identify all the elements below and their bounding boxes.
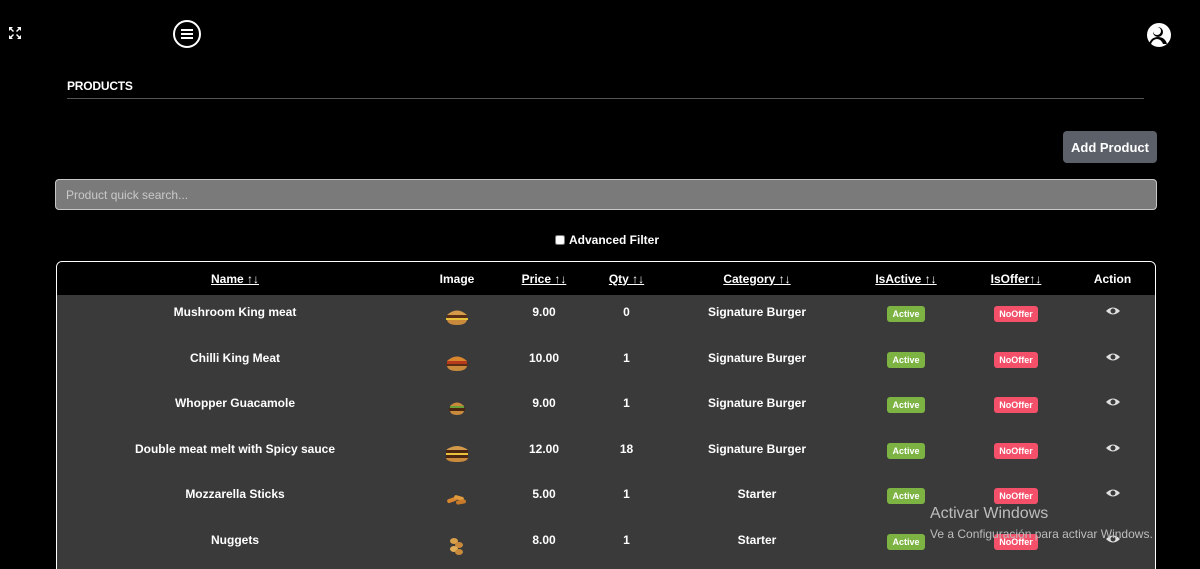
header-action: Action <box>1093 271 1132 286</box>
advanced-filter-checkbox[interactable] <box>555 235 565 245</box>
cell-image <box>413 477 501 523</box>
cell-name: Nuggets <box>211 532 259 547</box>
cell-qty: 1 <box>623 487 630 502</box>
cell-image <box>413 341 501 387</box>
cell-action <box>1068 477 1155 523</box>
cell-price: 10.00 <box>528 350 560 365</box>
cell-name: Mozzarella Sticks <box>185 487 285 502</box>
cell-status: Active <box>848 432 964 478</box>
eye-icon[interactable] <box>1105 306 1121 316</box>
cell-price: 5.00 <box>532 487 556 502</box>
cell-action <box>1068 432 1155 478</box>
eye-icon[interactable] <box>1105 397 1121 407</box>
offer-badge: NoOffer <box>994 533 1038 550</box>
cell-offer: NoOffer <box>964 341 1068 387</box>
cell-status: Active <box>848 341 964 387</box>
header-price[interactable]: Price ↑↓ <box>501 262 587 295</box>
cell-action <box>1068 386 1155 432</box>
cell-image <box>413 432 501 478</box>
header-qty[interactable]: Qty ↑↓ <box>587 262 666 295</box>
header-name[interactable]: Name ↑↓ <box>57 262 413 295</box>
cell-qty: 18 <box>619 441 634 456</box>
cell-price: 12.00 <box>528 441 560 456</box>
table-row: Double meat melt with Spicy sauce 12.00 … <box>57 432 1155 478</box>
nuggets-icon <box>450 537 463 555</box>
offer-badge: NoOffer <box>994 488 1038 505</box>
hamburger-menu-button[interactable] <box>173 20 201 48</box>
cell-image <box>413 295 501 341</box>
page-title: PRODUCTS <box>67 79 133 93</box>
cell-category: Starter <box>737 487 777 502</box>
status-badge: Active <box>887 488 925 505</box>
cell-status: Active <box>848 295 964 341</box>
cell-offer: NoOffer <box>964 295 1068 341</box>
cell-qty: 1 <box>623 532 630 547</box>
cell-status: Active <box>848 477 964 523</box>
expand-icon[interactable] <box>8 26 22 40</box>
product-search-input[interactable] <box>55 179 1157 210</box>
cell-category: Signature Burger <box>707 350 806 365</box>
offer-badge: NoOffer <box>994 351 1038 368</box>
hamburger-menu-icon <box>181 29 193 39</box>
status-badge: Active <box>887 306 925 322</box>
burger-icon <box>446 356 468 371</box>
cell-status: Active <box>848 523 964 569</box>
status-badge: Active <box>887 533 925 550</box>
eye-icon[interactable] <box>1105 534 1121 544</box>
header-is-active[interactable]: IsActive ↑↓ <box>848 262 964 295</box>
cell-price: 9.00 <box>532 305 556 319</box>
header-is-offer[interactable]: IsOffer↑↓ <box>964 262 1068 295</box>
table-header-row: Name ↑↓ Image Price ↑↓ Qty ↑↓ Category ↑… <box>57 262 1155 295</box>
cell-status: Active <box>848 386 964 432</box>
cell-action <box>1068 341 1155 387</box>
cell-action <box>1068 523 1155 569</box>
burger-icon <box>446 310 468 325</box>
cell-price: 9.00 <box>532 396 556 411</box>
table-row: Mushroom King meat 9.00 0 Signature Burg… <box>57 295 1155 341</box>
cell-category: Signature Burger <box>707 305 806 319</box>
cell-name: Chilli King Meat <box>190 350 280 365</box>
cell-qty: 0 <box>623 305 630 319</box>
table-row: Chilli King Meat 10.00 1 Signature Burge… <box>57 341 1155 387</box>
header-image: Image <box>439 271 475 286</box>
cell-image <box>413 523 501 569</box>
mozzarella-sticks-icon <box>447 495 466 505</box>
offer-badge: NoOffer <box>994 442 1038 459</box>
cell-name: Double meat melt with Spicy sauce <box>134 441 336 456</box>
cell-image <box>413 386 501 432</box>
offer-badge: NoOffer <box>994 306 1038 322</box>
burger-icon <box>446 445 468 462</box>
burger-icon <box>449 402 465 416</box>
cell-category: Signature Burger <box>707 441 806 456</box>
cell-qty: 1 <box>623 396 630 411</box>
eye-icon[interactable] <box>1105 352 1121 362</box>
table-row: Mozzarella Sticks 5.00 1 Starter Active … <box>57 477 1155 523</box>
user-avatar-icon[interactable] <box>1146 22 1172 48</box>
eye-icon[interactable] <box>1105 443 1121 453</box>
cell-name: Whopper Guacamole <box>174 396 296 411</box>
table-row: Nuggets 8.00 1 Starter Active NoOffer <box>57 523 1155 569</box>
status-badge: Active <box>887 351 925 368</box>
page-header: PRODUCTS <box>67 77 1144 99</box>
add-product-button[interactable]: Add Product <box>1063 131 1157 163</box>
products-table: Name ↑↓ Image Price ↑↓ Qty ↑↓ Category ↑… <box>56 261 1156 569</box>
cell-qty: 1 <box>623 350 630 365</box>
advanced-filter-label: Advanced Filter <box>569 233 660 247</box>
cell-name: Mushroom King meat <box>173 305 297 319</box>
table-row: Whopper Guacamole 9.00 1 Signature Burge… <box>57 386 1155 432</box>
cell-offer: NoOffer <box>964 386 1068 432</box>
cell-category: Signature Burger <box>707 396 806 411</box>
eye-icon[interactable] <box>1105 488 1121 498</box>
cell-offer: NoOffer <box>964 477 1068 523</box>
advanced-filter-toggle[interactable]: Advanced Filter <box>555 233 659 247</box>
status-badge: Active <box>887 397 925 414</box>
cell-price: 8.00 <box>532 532 556 547</box>
cell-category: Starter <box>737 532 777 547</box>
cell-offer: NoOffer <box>964 523 1068 569</box>
status-badge: Active <box>887 442 925 459</box>
cell-action <box>1068 295 1155 341</box>
cell-offer: NoOffer <box>964 432 1068 478</box>
header-category[interactable]: Category ↑↓ <box>666 262 848 295</box>
offer-badge: NoOffer <box>994 397 1038 414</box>
